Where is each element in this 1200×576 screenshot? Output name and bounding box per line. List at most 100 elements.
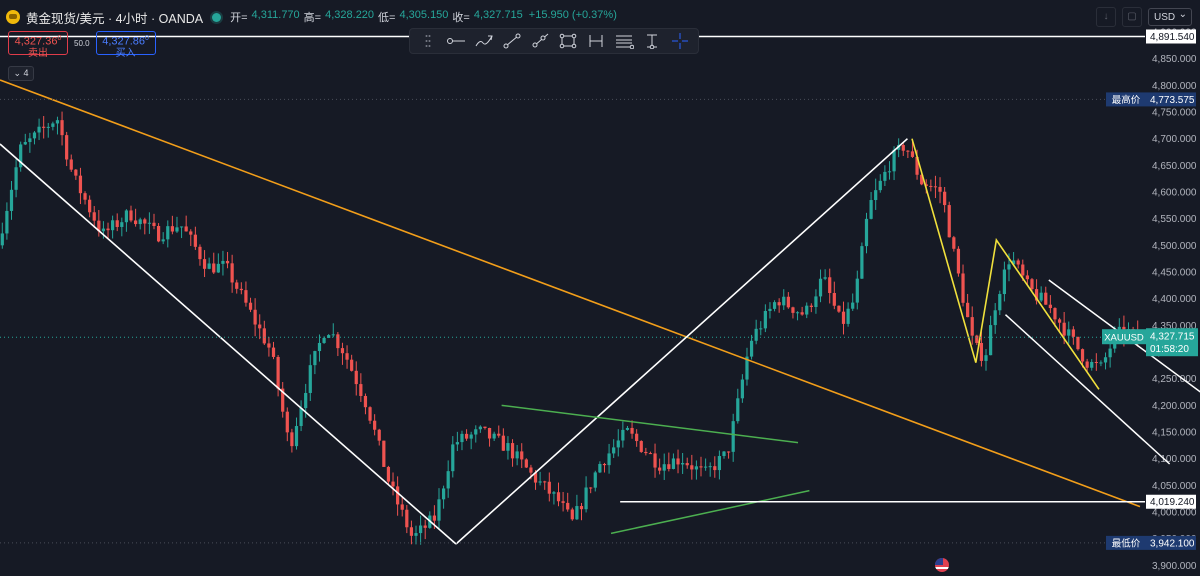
candle-body [258,324,262,329]
fib-lines-icon[interactable] [613,30,635,52]
candle-body [354,370,358,385]
white-down-line[interactable] [0,143,457,545]
candle-body [221,260,225,264]
candle-body [88,199,92,213]
candle-body [979,342,984,361]
candle-body [170,226,174,232]
candle-body [1103,357,1108,363]
candle-body [345,353,349,360]
open-label: 开= [230,12,248,24]
drag-handle-icon[interactable] [417,30,439,52]
candle-body [938,186,942,192]
low-value: 4,305.150 [399,9,449,21]
candle-body [37,126,41,133]
y-tick-label: 4,850.000 [1152,54,1197,65]
candle-body [501,435,505,451]
candle-body [74,169,78,176]
download-icon[interactable]: ↓ [1096,7,1116,27]
candle-body [837,305,841,312]
y-tick-label: 4,050.000 [1152,481,1197,492]
yellow-zigzag[interactable] [911,138,1100,390]
y-tick-label: 4,100.000 [1152,454,1197,465]
last-price-tag: XAUUSD 4,327.71501:58:20 [1102,328,1198,357]
y-tick-label: 4,400.000 [1152,294,1197,305]
candle-body [147,222,152,224]
candle-body [809,305,813,307]
currency-select[interactable]: USD [1148,6,1192,26]
candle-body [1099,362,1103,364]
candle-body [253,309,257,325]
candle-body [248,302,253,310]
candle-body [791,307,795,313]
candle-body [409,527,414,536]
candle-body [566,502,570,510]
candle-body [685,463,689,466]
indicator-collapse-button[interactable]: ⌄ 4 [8,66,34,81]
symbol-title[interactable]: 黄金现货/美元 · 4小时 · OANDA [26,8,203,27]
marker-value: 4,891.540 [1150,32,1195,43]
candle-body [703,466,708,468]
candle-body [726,451,731,453]
candle-body [786,296,790,308]
candle-body [547,481,551,494]
sell-button[interactable]: 4,327.360 卖出 [8,31,68,59]
candle-body [437,499,441,521]
candle-body [988,325,993,356]
candle-body [593,472,597,488]
marker-value: 3,942.100 [1150,538,1195,549]
open-value: 4,311.770 [251,9,300,21]
candle-body [575,506,579,520]
candle-body [589,487,593,489]
crosshair-icon[interactable] [669,30,691,52]
candle-body [1085,361,1089,368]
green-triangle-upper[interactable] [501,404,799,444]
candle-body [607,453,611,466]
candle-body [1021,264,1025,276]
trend-line-icon[interactable] [501,30,523,52]
candle-body [952,237,956,249]
candle-body [271,347,276,357]
y-tick-label: 4,450.000 [1152,268,1197,279]
info-line-icon[interactable] [641,30,663,52]
candle-body [368,407,372,421]
candle-body [216,263,220,273]
brush-icon[interactable] [473,30,495,52]
candle-body [23,142,27,145]
candle-body [1062,322,1066,336]
candle-body [901,145,905,151]
market-open-icon [212,12,222,22]
green-triangle-lower[interactable] [610,489,810,535]
candle-body [961,273,965,303]
candle-body [662,464,666,471]
candle-body [65,135,69,160]
candle-body [239,288,243,291]
candle-body [418,525,423,534]
horizontal-range-icon[interactable] [585,30,607,52]
candle-body [717,456,722,471]
y-tick-label: 4,150.000 [1152,428,1197,439]
candle-body [478,426,482,430]
y-tick-label: 4,200.000 [1152,401,1197,412]
rectangle-icon[interactable] [557,30,579,52]
candle-body [814,296,818,307]
buy-button[interactable]: 4,327.860 买入 [95,31,156,59]
candle-body [207,263,211,269]
candle-body [736,398,740,422]
candle-body [313,351,317,366]
us-flag-event-icon[interactable] [935,558,949,572]
candle-body [570,509,574,520]
white-up-line[interactable] [455,138,908,545]
candle-body [156,225,161,242]
candle-body [51,123,55,127]
ray-icon[interactable] [529,30,551,52]
candle-body [878,180,882,191]
candle-body [529,467,533,473]
candle-body [340,348,345,354]
snapshot-icon[interactable]: ▢ [1122,7,1142,27]
marker-value: 4,773.575 [1150,95,1195,106]
horizontal-ray-icon[interactable] [445,30,467,52]
spread-value: 50.0 [74,38,90,48]
candle-body [129,210,133,221]
candle-body [235,282,239,289]
price-chart[interactable]: 3,900.0003,950.0004,000.0004,050.0004,10… [0,0,1200,576]
